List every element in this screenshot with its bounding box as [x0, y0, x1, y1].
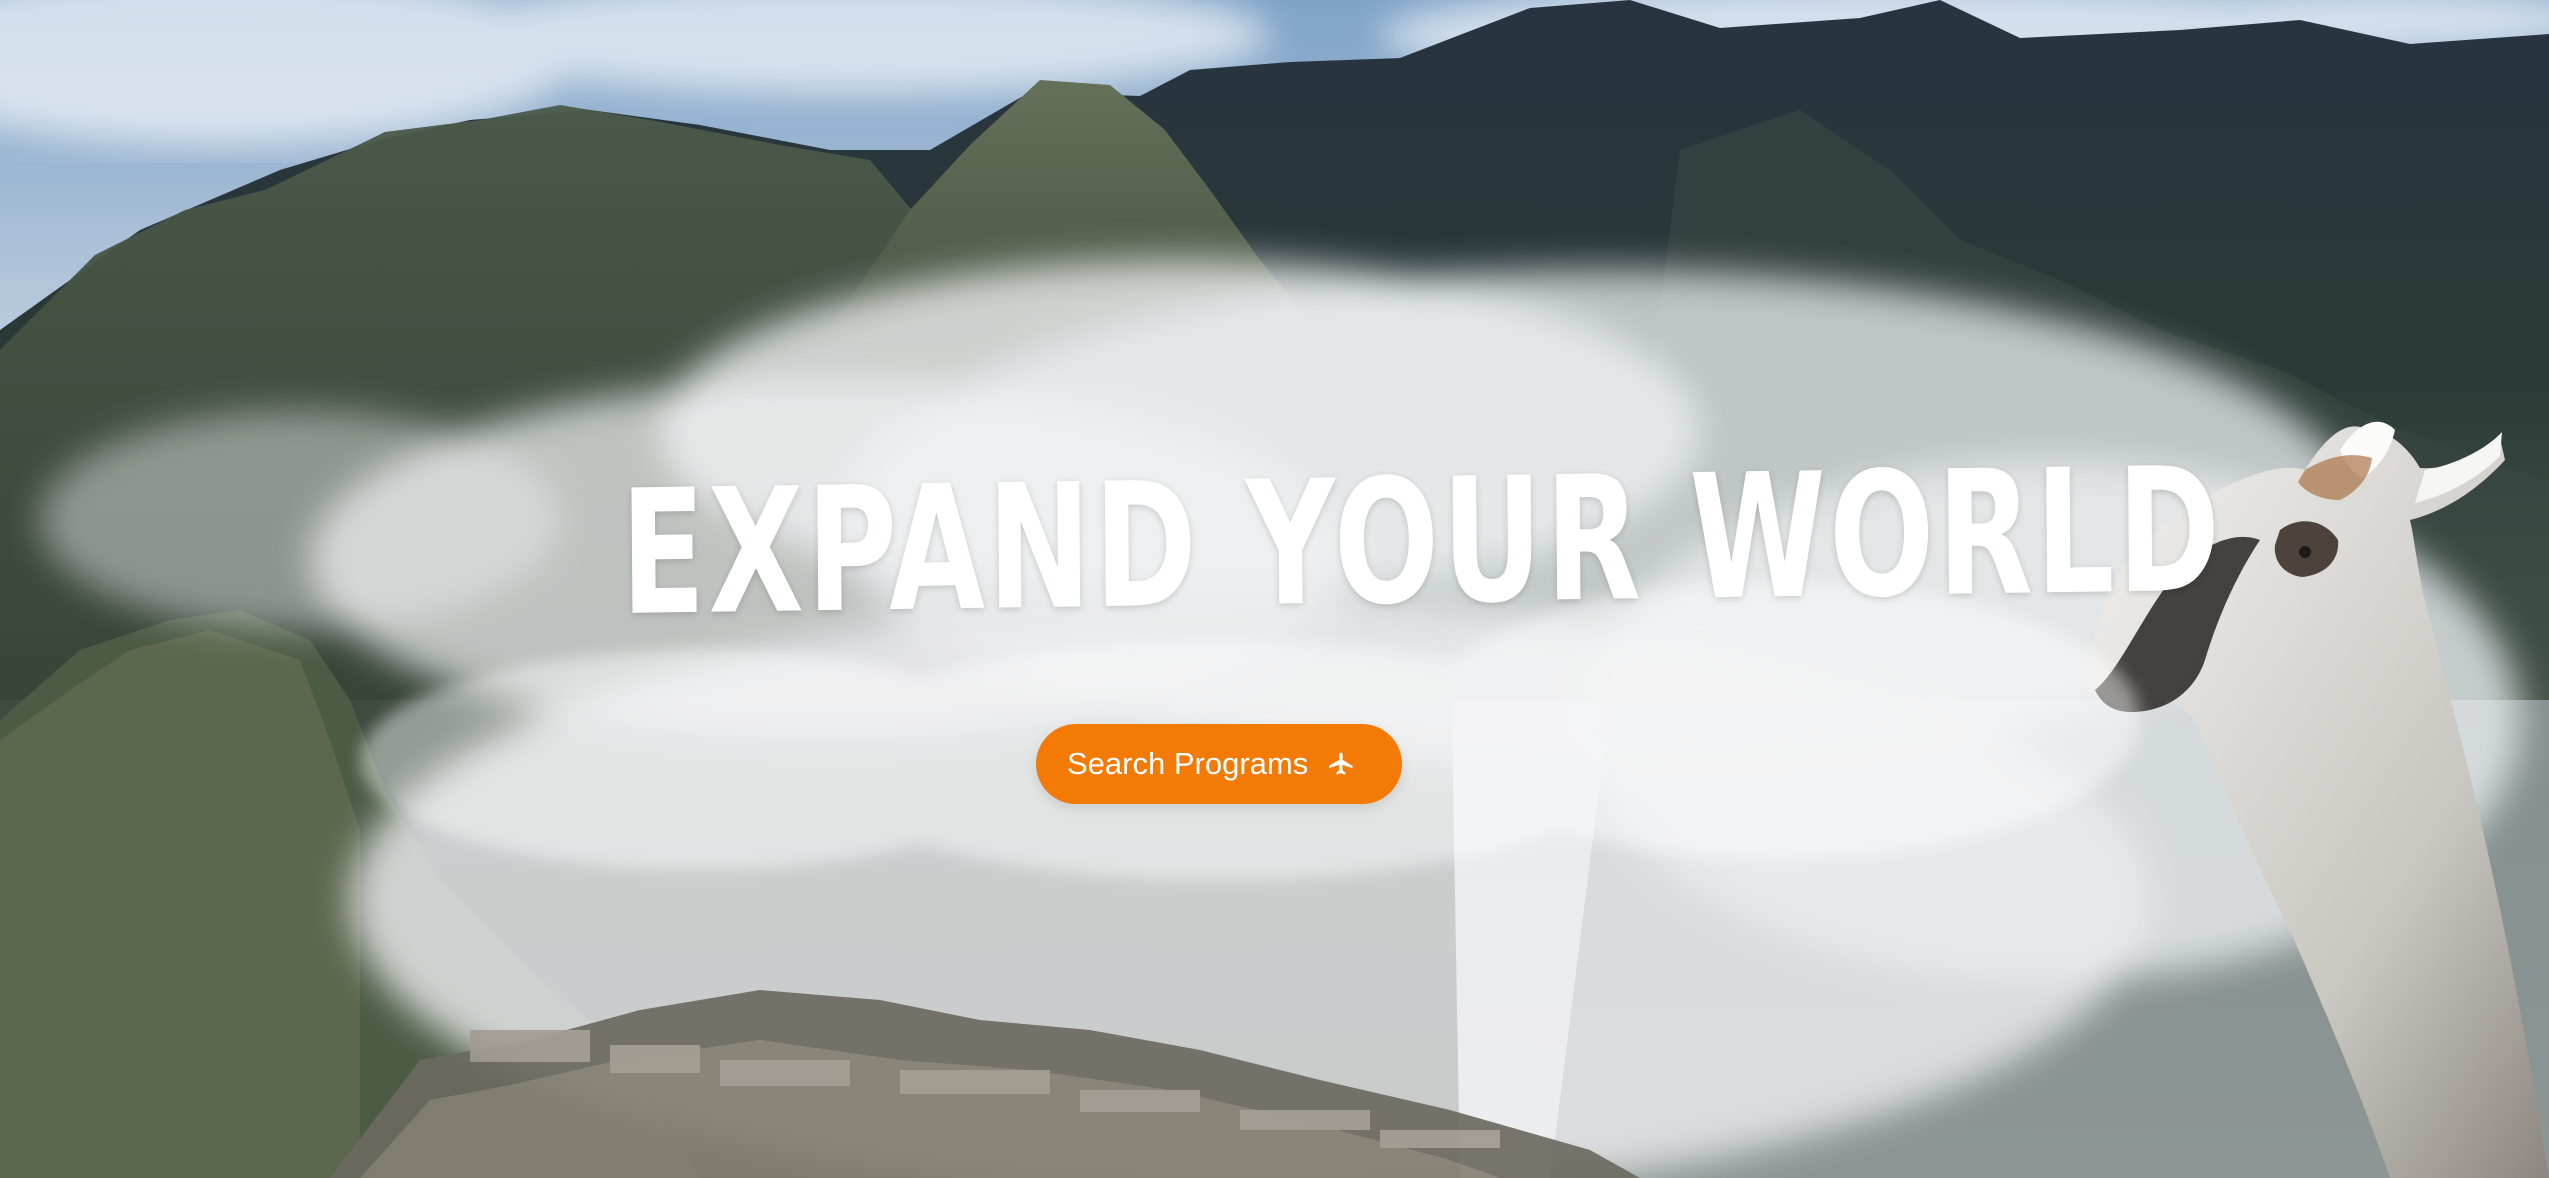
search-programs-label: Search Programs — [1067, 746, 1309, 781]
airplane-icon — [1328, 750, 1356, 778]
hero-background-image — [0, 0, 2549, 1178]
hero-section: EXPAND YOUR WORLD Search Programs — [0, 0, 2549, 1178]
search-programs-button[interactable]: Search Programs — [1036, 724, 1402, 804]
